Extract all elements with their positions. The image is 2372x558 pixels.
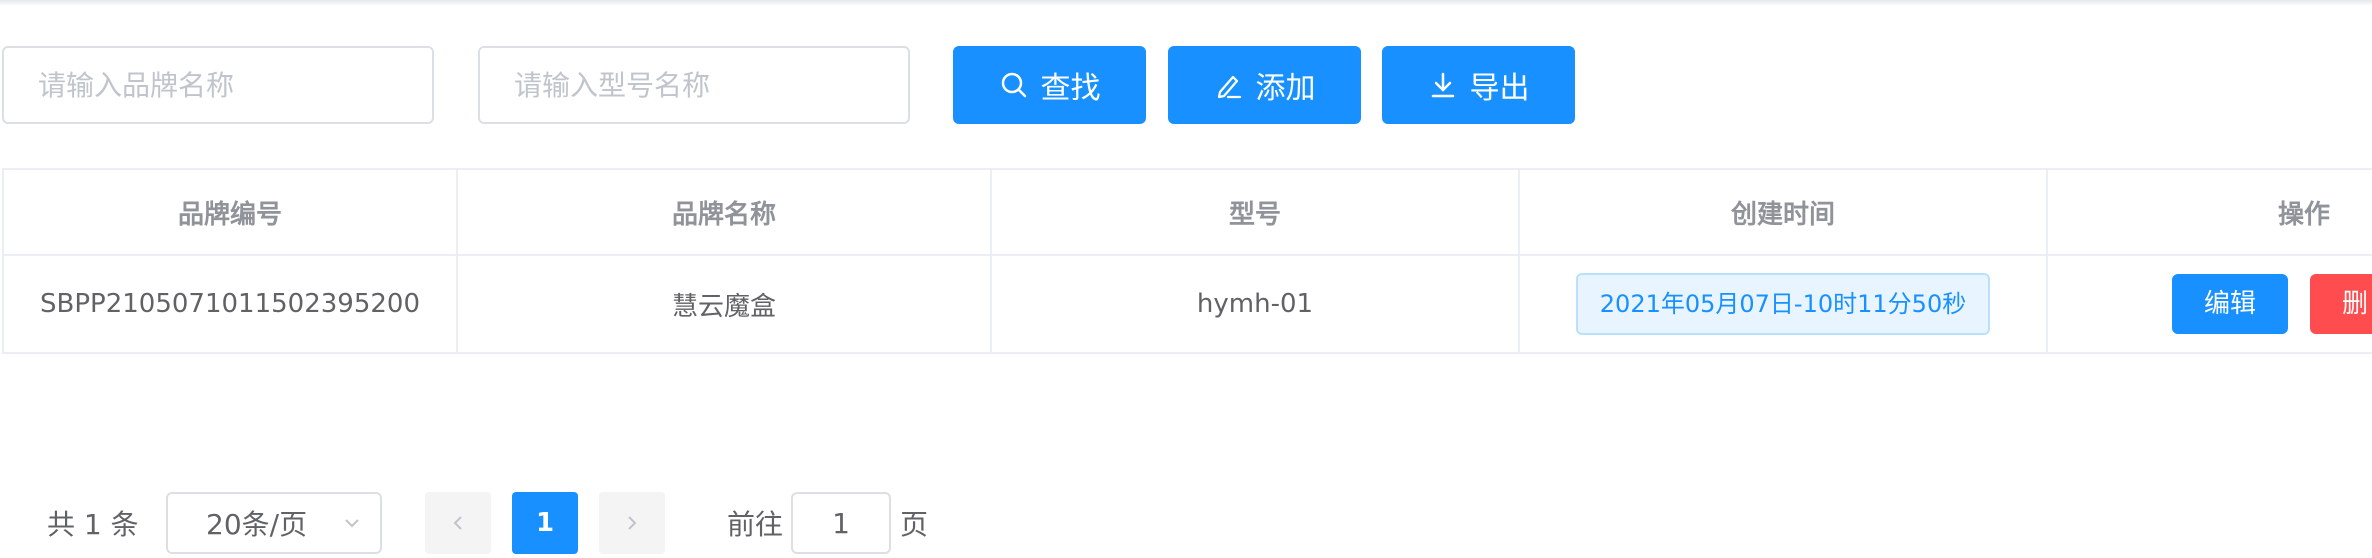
page-number-1[interactable]: 1 — [512, 492, 578, 554]
header-brand-id: 品牌编号 — [2, 168, 458, 256]
cell-brand-id: SBPP2105071011502395200 — [2, 254, 458, 354]
delete-button[interactable]: 删 — [2310, 274, 2372, 334]
edit-pen-icon — [1217, 75, 1241, 99]
page-size-select[interactable]: 20条/页 — [166, 492, 382, 554]
search-icon — [1001, 72, 1026, 98]
header-created-time: 创建时间 — [1518, 168, 2048, 256]
total-count: 共 1 条 — [47, 508, 139, 541]
created-time-tag: 2021年05月07日-10时11分50秒 — [1575, 273, 1991, 335]
prev-page-button[interactable] — [425, 492, 491, 554]
goto-label: 前往 — [727, 508, 784, 541]
brand-name-input[interactable] — [2, 46, 434, 124]
header-actions: 操作 — [2046, 168, 2372, 256]
cell-model: hymh-01 — [990, 254, 1520, 354]
chevron-down-icon — [345, 519, 359, 528]
add-label: 添加 — [1255, 71, 1316, 106]
table-row: SBPP2105071011502395200 慧云魔盒 hymh-01 202… — [2, 254, 2372, 354]
next-page-button[interactable] — [599, 492, 665, 554]
page-size-value: 20条/页 — [206, 508, 308, 541]
model-name-input[interactable] — [478, 46, 910, 124]
table-header-row: 品牌编号 品牌名称 型号 创建时间 操作 — [2, 168, 2372, 256]
header-brand-name: 品牌名称 — [456, 168, 992, 256]
top-shadow — [0, 0, 2372, 6]
find-label: 查找 — [1040, 71, 1101, 106]
page-suffix: 页 — [900, 508, 929, 541]
goto-page-input[interactable]: 1 — [791, 492, 891, 554]
cell-actions: 编辑删 — [2046, 254, 2372, 354]
download-icon — [1431, 72, 1454, 98]
chevron-left-icon — [453, 516, 462, 530]
export-label: 导出 — [1469, 71, 1530, 106]
edit-button[interactable]: 编辑 — [2172, 274, 2289, 334]
export-button[interactable]: 导出 — [1382, 46, 1575, 124]
find-button[interactable]: 查找 — [953, 46, 1146, 124]
brand-table: 品牌编号 品牌名称 型号 创建时间 操作 SBPP210507101150239… — [2, 168, 2372, 354]
cell-created-time: 2021年05月07日-10时11分50秒 — [1518, 254, 2048, 354]
add-button[interactable]: 添加 — [1168, 46, 1361, 124]
header-model: 型号 — [990, 168, 1520, 256]
cell-brand-name: 慧云魔盒 — [456, 254, 992, 354]
chevron-right-icon — [628, 516, 637, 530]
